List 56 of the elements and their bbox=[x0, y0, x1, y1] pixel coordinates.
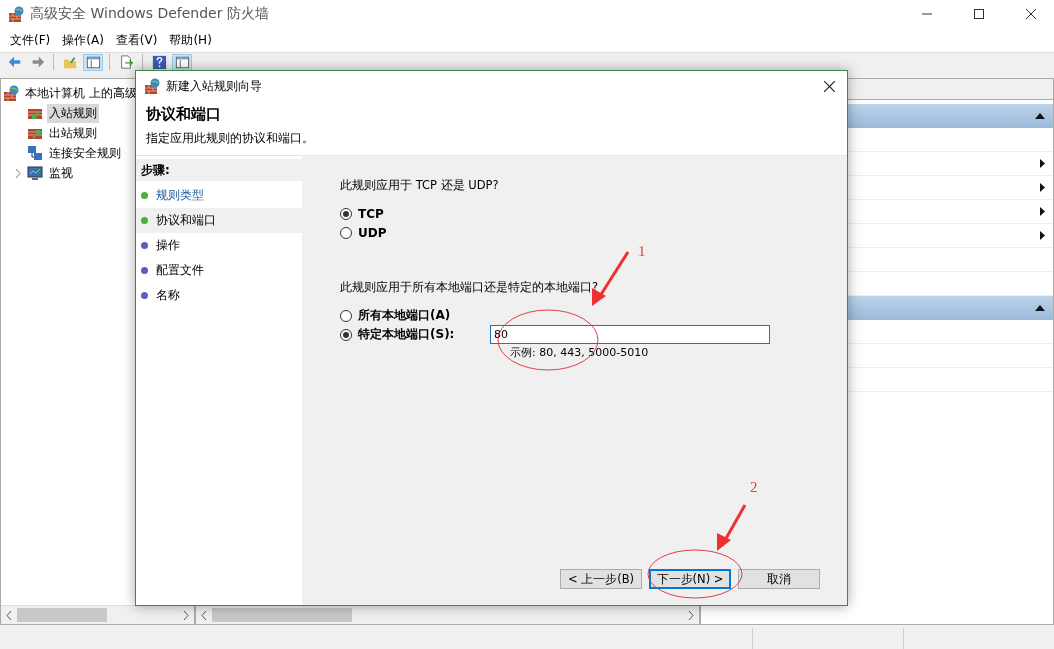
annotation-arrow bbox=[592, 251, 630, 306]
cancel-button[interactable]: 取消 bbox=[738, 569, 820, 589]
step-link[interactable]: 规则类型 bbox=[156, 187, 204, 204]
computers-icon bbox=[27, 145, 43, 161]
close-icon[interactable] bbox=[823, 80, 835, 92]
port-input-field[interactable]: 80 bbox=[490, 325, 770, 344]
tree-item[interactable]: 连接安全规则 bbox=[47, 143, 123, 163]
step-label: 名称 bbox=[156, 287, 180, 304]
expand-icon[interactable] bbox=[15, 168, 21, 178]
scrollbar-thumb[interactable] bbox=[17, 608, 107, 622]
page-heading: 协议和端口 bbox=[146, 105, 222, 124]
page-description: 指定应用此规则的协议和端口。 bbox=[146, 130, 315, 147]
menu-item[interactable]: 文件(F) bbox=[4, 29, 57, 51]
tree-item[interactable]: 本地计算机 上的高级 bbox=[23, 83, 139, 103]
annotation-number: 1 bbox=[638, 243, 646, 259]
maximize-icon[interactable] bbox=[974, 9, 984, 19]
window-title: 高级安全 Windows Defender 防火墙 bbox=[30, 5, 270, 23]
document-arrow-icon bbox=[118, 55, 134, 70]
menu-item[interactable]: 查看(V) bbox=[109, 29, 164, 51]
monitor-icon bbox=[27, 165, 43, 181]
step-label: 配置文件 bbox=[156, 262, 204, 279]
panel-icon bbox=[85, 55, 101, 70]
close-icon[interactable] bbox=[1026, 9, 1036, 19]
firewall-icon bbox=[8, 5, 24, 23]
radio-button[interactable] bbox=[340, 207, 352, 220]
radio-option[interactable]: UDP bbox=[340, 223, 847, 242]
step-label: 协议和端口 bbox=[156, 212, 216, 229]
collapse-icon bbox=[1035, 305, 1045, 311]
example-text: 示例: 80, 443, 5000-5010 bbox=[510, 345, 650, 360]
tree-item[interactable]: 监视 bbox=[47, 163, 75, 183]
radio-option[interactable]: 所有本地端口(A) bbox=[340, 306, 847, 325]
annotation-number: 2 bbox=[750, 479, 758, 495]
menu-item[interactable]: 帮助(H) bbox=[163, 29, 218, 51]
scrollbar-thumb[interactable] bbox=[212, 608, 352, 622]
back-button[interactable]: < 上一步(B) bbox=[560, 569, 642, 589]
radio-button[interactable] bbox=[340, 328, 352, 341]
question-text: 此规则应用于 TCP 还是 UDP? bbox=[340, 178, 500, 193]
annotation-arrow bbox=[717, 504, 747, 551]
toolbar-button[interactable] bbox=[83, 54, 103, 71]
menu-item[interactable]: 操作(A) bbox=[56, 29, 110, 51]
radio-option[interactable]: 特定本地端口(S): bbox=[340, 325, 490, 344]
step-label: 操作 bbox=[156, 237, 180, 254]
back-icon bbox=[6, 55, 22, 70]
collapse-icon bbox=[1035, 113, 1045, 119]
radio-button[interactable] bbox=[340, 226, 352, 239]
radio-option[interactable]: TCP bbox=[340, 204, 847, 223]
tree-item[interactable]: 入站规则 bbox=[47, 103, 99, 123]
firewall-icon bbox=[3, 84, 19, 102]
next-button[interactable]: 下一步(N) > bbox=[649, 569, 731, 589]
firewall-icon bbox=[144, 77, 160, 95]
steps-label: 步骤: bbox=[136, 159, 302, 181]
tree-item[interactable]: 出站规则 bbox=[47, 123, 99, 143]
radio-button[interactable] bbox=[340, 309, 352, 322]
panel-icon bbox=[174, 55, 190, 70]
dialog-title: 新建入站规则向导 bbox=[166, 77, 263, 95]
folder-icon bbox=[62, 55, 78, 70]
